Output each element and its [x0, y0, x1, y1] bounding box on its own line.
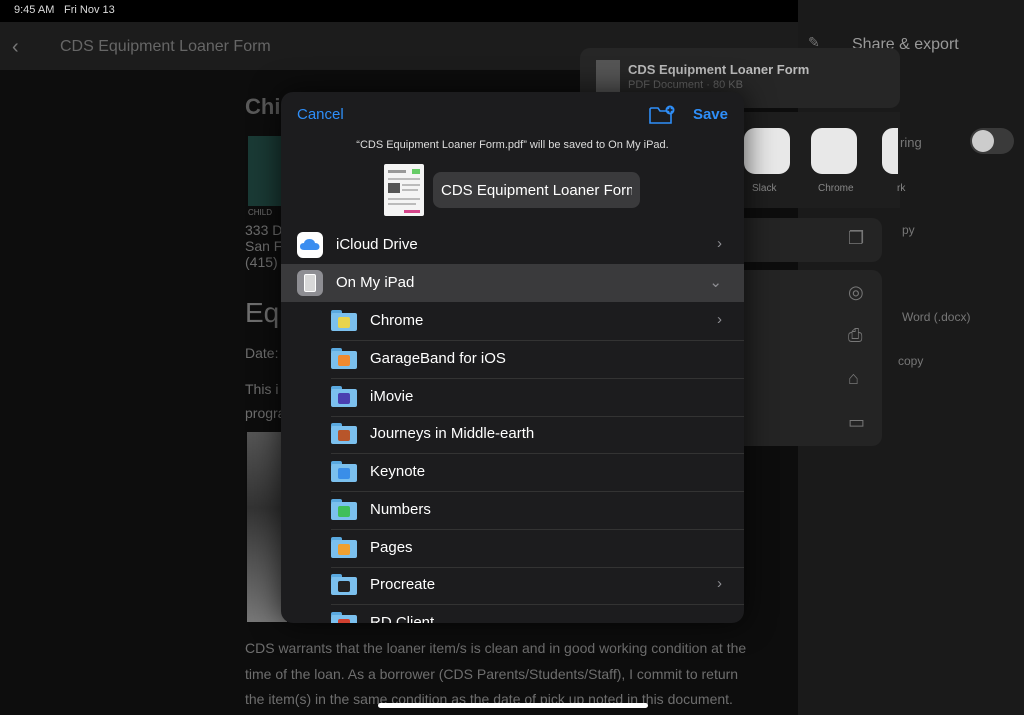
folder-row[interactable]: Pages — [331, 529, 744, 568]
folder-label: GarageBand for iOS — [370, 349, 506, 367]
folder-label: Numbers — [370, 500, 431, 518]
slack-icon[interactable] — [744, 128, 790, 174]
folder-icon — [331, 385, 357, 407]
section-heading: Eq — [245, 297, 280, 328]
location-on-my-ipad[interactable]: On My iPad ⌄ — [281, 264, 744, 302]
location-label: On My iPad — [336, 274, 415, 291]
folder-icon — [331, 423, 357, 445]
chevron-right-icon: › — [717, 311, 722, 328]
back-chevron-icon[interactable]: ‹ — [12, 36, 19, 59]
folder-label: Chrome — [370, 312, 424, 329]
save-button[interactable]: Save — [693, 106, 728, 123]
folder-icon — [331, 461, 357, 482]
icloud-icon — [297, 232, 323, 258]
app-badge-icon — [338, 468, 350, 479]
organization-logo — [248, 136, 282, 206]
folder-row[interactable]: GarageBand for iOS — [331, 340, 744, 379]
cancel-button[interactable]: Cancel — [297, 106, 344, 123]
app-badge-icon — [338, 619, 350, 623]
paragraph-line: CDS warrants that the loaner item/s is c… — [245, 640, 747, 656]
app-badge-icon — [338, 392, 350, 404]
copy-label-2: copy — [898, 354, 924, 368]
sharing-label: ring — [900, 135, 922, 150]
tag-icon[interactable]: ⌂ — [848, 368, 859, 389]
markup-icon[interactable]: ◎ — [848, 282, 864, 303]
folder-icon — [331, 310, 357, 331]
chevron-down-icon: ⌄ — [709, 274, 722, 291]
app-badge-icon — [338, 317, 350, 328]
app-icon[interactable] — [882, 128, 898, 174]
folder-icon — [331, 536, 357, 558]
folder-row[interactable]: Numbers — [331, 491, 744, 530]
folder-label: iMovie — [370, 387, 414, 405]
logo-text: CHILD — [248, 208, 273, 217]
status-time: 9:45 AM — [14, 4, 55, 16]
folder-row[interactable]: Procreate › — [331, 566, 744, 606]
folder-row[interactable]: iMovie — [331, 378, 744, 417]
intro-text: progra — [245, 405, 286, 421]
paragraph-line: time of the loan. As a borrower (CDS Par… — [245, 666, 739, 682]
app-label: Slack — [752, 183, 777, 194]
copy-label: py — [902, 223, 915, 237]
app-badge-icon — [338, 543, 350, 555]
app-label: rk — [897, 183, 906, 194]
folder-row[interactable]: Keynote — [331, 453, 744, 492]
folder-label: Journeys in Middle-earth — [370, 425, 535, 443]
copy-icon[interactable]: ❐ — [848, 228, 864, 249]
intro-text: This i — [245, 381, 279, 397]
app-badge-icon — [338, 430, 350, 442]
save-to-files-sheet: Cancel Save “CDS Equipment Loaner Form.p… — [281, 92, 744, 623]
folder-icon — [331, 612, 357, 623]
status-date: Fri Nov 13 — [64, 4, 115, 16]
folder-label: Procreate — [370, 576, 436, 594]
word-export-label: Word (.docx) — [902, 310, 971, 324]
folder-icon — [331, 347, 357, 369]
folder-row[interactable]: Chrome › — [331, 302, 744, 341]
app-badge-icon — [338, 581, 350, 593]
folder-label: Keynote — [370, 463, 426, 480]
new-folder-icon[interactable] — [649, 105, 675, 125]
ipad-icon — [297, 270, 323, 296]
folder-row[interactable]: RD Client — [331, 604, 744, 623]
folder-icon[interactable]: ▭ — [848, 412, 865, 433]
location-label: iCloud Drive — [336, 236, 418, 253]
folder-label: RD Client — [370, 614, 435, 623]
doc-heading: Chi — [245, 94, 281, 119]
home-indicator — [378, 703, 648, 708]
folder-row[interactable]: Journeys in Middle-earth — [331, 415, 744, 455]
location-icloud-drive[interactable]: iCloud Drive › — [281, 226, 744, 264]
app-badge-icon — [338, 505, 350, 517]
chrome-icon[interactable] — [811, 128, 857, 174]
save-destination-message: “CDS Equipment Loaner Form.pdf” will be … — [356, 139, 669, 151]
doc-title: CDS Equipment Loaner Form — [60, 38, 271, 55]
folder-icon — [331, 574, 357, 596]
filename-input[interactable] — [433, 172, 640, 208]
folder-icon — [331, 498, 357, 520]
share-file-name: CDS Equipment Loaner Form — [628, 62, 810, 77]
date-label: Date: — [245, 345, 279, 361]
chevron-right-icon: › — [717, 575, 722, 593]
document-thumbnail — [384, 164, 424, 216]
folder-label: Pages — [370, 538, 413, 556]
sharing-toggle[interactable] — [970, 128, 1014, 154]
file-thumbnail — [596, 60, 620, 92]
app-label: Chrome — [818, 183, 854, 194]
print-icon[interactable]: ⎙ — [848, 325, 862, 346]
app-badge-icon — [338, 354, 350, 366]
chevron-right-icon: › — [717, 235, 722, 252]
share-file-meta: PDF Document · 80 KB — [628, 79, 743, 91]
